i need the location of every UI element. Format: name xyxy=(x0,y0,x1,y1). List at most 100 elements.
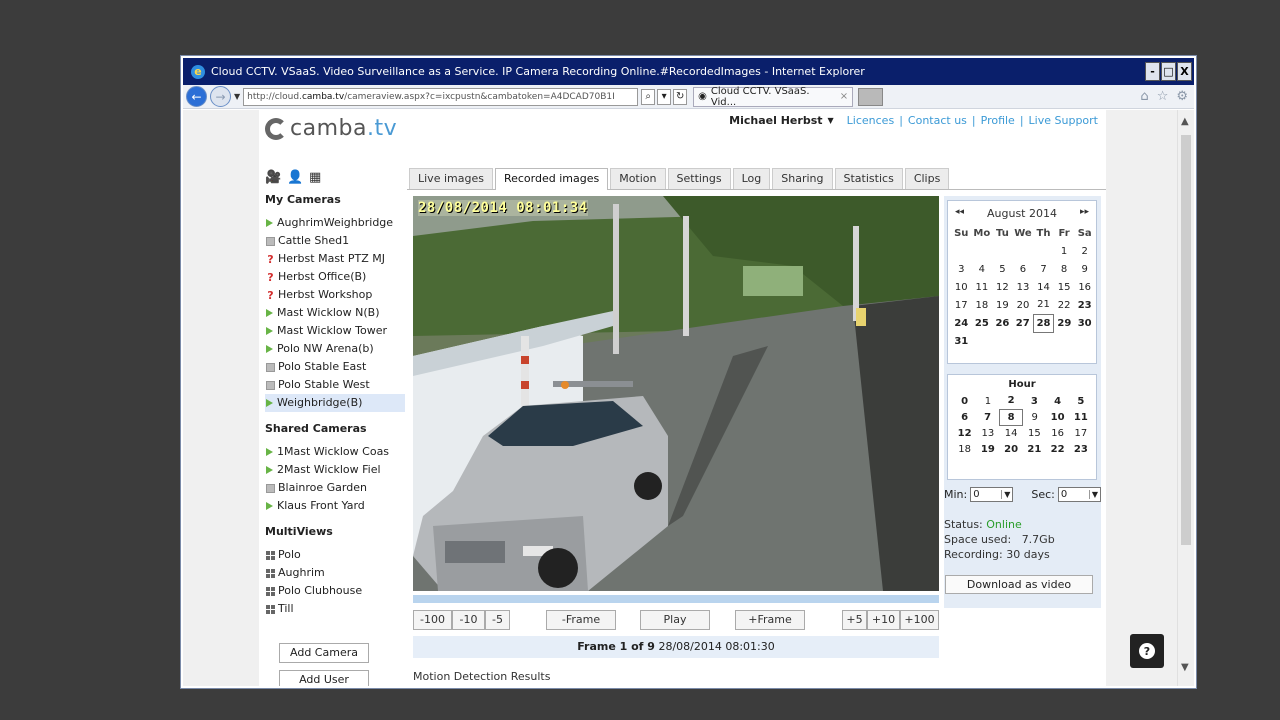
calendar-day[interactable]: 2 xyxy=(1074,242,1095,260)
forward-5-button[interactable]: +5 xyxy=(842,610,867,630)
calendar-day[interactable]: 31 xyxy=(951,332,972,350)
live-support-link[interactable]: Live Support xyxy=(1029,114,1098,127)
hour-cell[interactable]: 13 xyxy=(976,425,999,441)
calendar-day[interactable]: 21 xyxy=(1033,296,1054,314)
calendar-day[interactable]: 7 xyxy=(1033,260,1054,278)
multiview-item[interactable]: Polo xyxy=(265,546,405,564)
history-dropdown-icon[interactable]: ▼ xyxy=(234,92,240,101)
camera-item[interactable]: Mast Wicklow N(B) xyxy=(265,304,405,322)
calendar-day[interactable]: 14 xyxy=(1033,278,1054,296)
scroll-up-icon[interactable]: ▲ xyxy=(1181,116,1189,127)
tab-recorded-images[interactable]: Recorded images xyxy=(494,168,609,190)
back-10-button[interactable]: -10 xyxy=(452,610,485,630)
hour-cell[interactable]: 10 xyxy=(1046,409,1069,425)
forward-button[interactable]: → xyxy=(210,86,231,107)
user-name[interactable]: Michael Herbst xyxy=(729,114,822,127)
add-user-button[interactable]: Add User xyxy=(279,670,369,686)
help-button[interactable]: ? xyxy=(1130,634,1164,668)
hour-cell[interactable]: 9 xyxy=(1023,409,1046,425)
camera-item[interactable]: 2Mast Wicklow Fiel xyxy=(265,461,405,479)
next-frame-button[interactable]: +Frame xyxy=(735,610,805,630)
camba-logo[interactable]: camba.tv xyxy=(265,116,397,141)
new-tab-button[interactable] xyxy=(858,87,884,106)
back-button[interactable]: ← xyxy=(186,86,207,107)
calendar-day[interactable]: 1 xyxy=(1054,242,1075,260)
tab-sharing[interactable]: Sharing xyxy=(772,168,833,189)
download-video-button[interactable]: Download as video xyxy=(945,575,1093,594)
camera-item[interactable]: Weighbridge(B) xyxy=(265,394,405,412)
camera-item[interactable]: ? Herbst Mast PTZ MJ xyxy=(265,250,405,268)
hour-cell[interactable]: 16 xyxy=(1046,425,1069,441)
tab-statistics[interactable]: Statistics xyxy=(834,168,903,189)
calendar-day[interactable]: 4 xyxy=(972,260,993,278)
tab-motion[interactable]: Motion xyxy=(610,168,666,189)
hour-cell[interactable]: 22 xyxy=(1046,441,1069,457)
hour-cell[interactable]: 21 xyxy=(1023,441,1046,457)
next-month-button[interactable]: ▸▸ xyxy=(1080,207,1089,220)
calendar-day[interactable]: 12 xyxy=(992,278,1013,296)
refresh-icon[interactable]: ↻ xyxy=(673,88,688,105)
camera-item[interactable]: Mast Wicklow Tower xyxy=(265,322,405,340)
hour-cell[interactable]: 8 xyxy=(998,408,1024,426)
camera-item[interactable]: Cattle Shed1 xyxy=(265,232,405,250)
minimize-button[interactable]: - xyxy=(1145,62,1160,81)
tab-log[interactable]: Log xyxy=(732,168,771,189)
add-camera-icon[interactable]: 🎥 xyxy=(265,170,283,185)
profile-link[interactable]: Profile xyxy=(981,114,1015,127)
scrollbar-thumb[interactable] xyxy=(1181,135,1191,545)
camera-item[interactable]: Polo Stable West xyxy=(265,376,405,394)
close-button[interactable]: X xyxy=(1177,62,1192,81)
tab-live-images[interactable]: Live images xyxy=(409,168,493,189)
multiview-item[interactable]: Till xyxy=(265,600,405,618)
add-camera-button[interactable]: Add Camera xyxy=(279,643,369,663)
vertical-scrollbar[interactable]: ▲ ▼ xyxy=(1177,110,1194,686)
calendar-day[interactable]: 20 xyxy=(1013,296,1034,314)
url-dropdown-icon[interactable]: ▾ xyxy=(657,88,672,105)
hour-cell[interactable]: 11 xyxy=(1069,409,1092,425)
multiview-item[interactable]: Aughrim xyxy=(265,564,405,582)
hour-cell[interactable]: 23 xyxy=(1069,441,1092,457)
camera-item[interactable]: Polo NW Arena(b) xyxy=(265,340,405,358)
calendar-day[interactable]: 15 xyxy=(1054,278,1075,296)
play-button[interactable]: Play xyxy=(640,610,710,630)
prev-month-button[interactable]: ◂◂ xyxy=(955,207,964,220)
calendar-day[interactable]: 8 xyxy=(1054,260,1075,278)
calendar-day[interactable]: 17 xyxy=(951,296,972,314)
licences-link[interactable]: Licences xyxy=(847,114,895,127)
calendar-day[interactable]: 6 xyxy=(1013,260,1034,278)
calendar-day[interactable]: 30 xyxy=(1074,314,1095,332)
camera-item[interactable]: ? Herbst Office(B) xyxy=(265,268,405,286)
maximize-button[interactable]: □ xyxy=(1161,62,1176,81)
calendar-day[interactable]: 25 xyxy=(972,314,993,332)
calendar-day[interactable]: 29 xyxy=(1054,314,1075,332)
search-icon[interactable]: ⌕ xyxy=(641,88,656,105)
hour-cell[interactable]: 15 xyxy=(1023,425,1046,441)
hour-cell[interactable]: 14 xyxy=(1000,425,1023,441)
browser-tab[interactable]: ◉ Cloud CCTV. VSaaS. Vid... × xyxy=(693,86,854,108)
camera-image[interactable]: 28/08/2014 08:01:34 xyxy=(413,196,939,591)
calendar-day[interactable]: 28 xyxy=(1032,313,1055,333)
user-menu-caret-icon[interactable]: ▼ xyxy=(828,116,834,125)
add-multiview-icon[interactable]: ▦ xyxy=(309,170,327,185)
calendar-day[interactable]: 3 xyxy=(951,260,972,278)
calendar-day[interactable]: 16 xyxy=(1074,278,1095,296)
camera-item[interactable]: AughrimWeighbridge xyxy=(265,214,405,232)
playback-progress-bar[interactable] xyxy=(413,595,939,603)
settings-gear-icon[interactable]: ⚙ xyxy=(1176,89,1188,104)
forward-100-button[interactable]: +100 xyxy=(900,610,939,630)
hour-cell[interactable]: 18 xyxy=(953,441,976,457)
calendar-day[interactable]: 18 xyxy=(972,296,993,314)
hour-cell[interactable]: 12 xyxy=(953,425,976,441)
calendar-day[interactable]: 11 xyxy=(972,278,993,296)
tab-close-icon[interactable]: × xyxy=(840,91,848,102)
camera-item[interactable]: Blainroe Garden xyxy=(265,479,405,497)
hour-cell[interactable]: 1 xyxy=(976,393,999,409)
back-100-button[interactable]: -100 xyxy=(413,610,452,630)
calendar-day[interactable]: 24 xyxy=(951,314,972,332)
hour-cell[interactable]: 4 xyxy=(1046,393,1069,409)
hour-cell[interactable]: 7 xyxy=(976,409,999,425)
favorites-star-icon[interactable]: ☆ xyxy=(1157,89,1169,104)
calendar-day[interactable]: 9 xyxy=(1074,260,1095,278)
camera-item[interactable]: Polo Stable East xyxy=(265,358,405,376)
camera-item[interactable]: Klaus Front Yard xyxy=(265,497,405,515)
